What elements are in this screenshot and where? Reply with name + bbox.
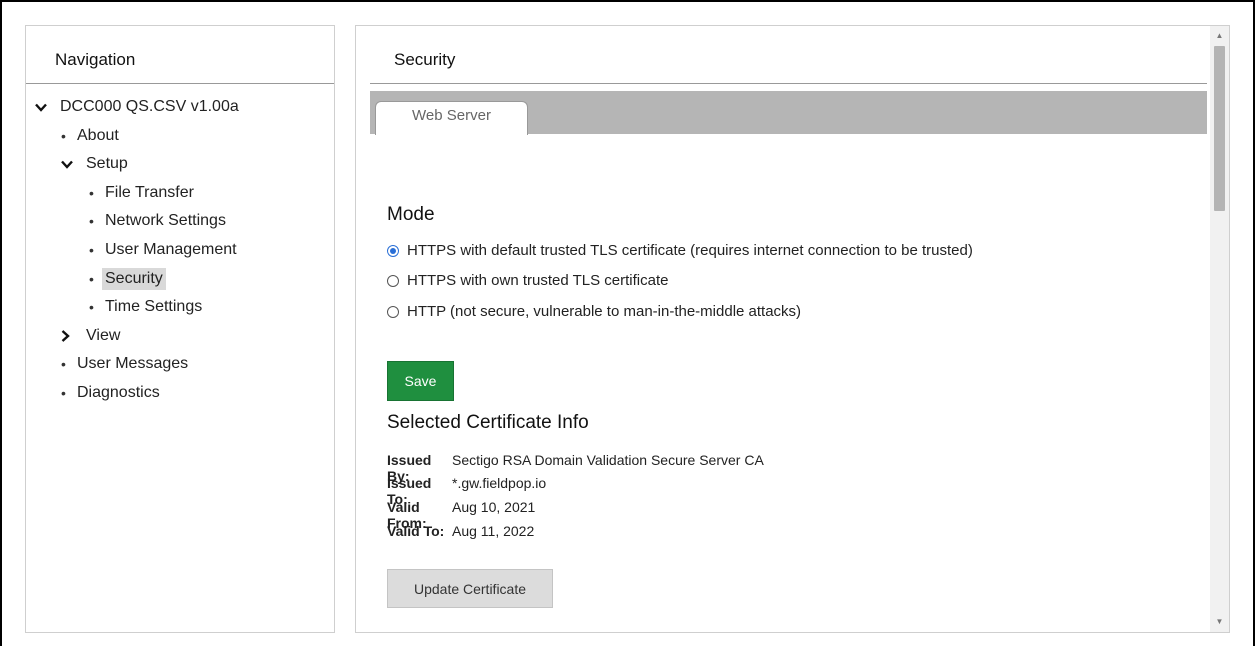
- radio-button[interactable]: [387, 274, 399, 287]
- mode-heading: Mode: [387, 204, 435, 225]
- cert-value: Aug 11, 2022: [452, 523, 535, 539]
- bullet-icon: •: [89, 271, 94, 287]
- save-button[interactable]: Save: [387, 361, 454, 401]
- cert-row-valid-to: Valid To: Aug 11, 2022: [387, 523, 534, 539]
- navigation-panel: Navigation DCC000 QS.CSV v1.00a • About Set…: [25, 25, 335, 633]
- nav-item-about[interactable]: • About: [61, 125, 122, 147]
- bullet-icon: •: [61, 128, 66, 144]
- bullet-icon: •: [89, 185, 94, 201]
- update-certificate-button[interactable]: Update Certificate: [387, 569, 553, 608]
- radio-button[interactable]: [387, 244, 399, 257]
- nav-item-label: Network Settings: [105, 212, 226, 229]
- nav-item-label: Time Settings: [105, 298, 203, 315]
- nav-item-label: User Management: [105, 241, 237, 258]
- nav-item-setup[interactable]: Setup: [61, 153, 131, 175]
- nav-item-label: About: [77, 127, 119, 144]
- scroll-up-arrow-icon[interactable]: ▲: [1210, 28, 1229, 44]
- radio-https-own[interactable]: HTTPS with own trusted TLS certificate: [387, 272, 668, 289]
- nav-item-time-settings[interactable]: • Time Settings: [89, 296, 205, 318]
- nav-item-user-messages[interactable]: • User Messages: [61, 353, 191, 375]
- nav-item-label: Security: [102, 268, 166, 290]
- nav-item-file-transfer[interactable]: • File Transfer: [89, 182, 197, 204]
- bullet-icon: •: [89, 299, 94, 315]
- nav-item-label: View: [86, 327, 121, 344]
- nav-item-user-management[interactable]: • User Management: [89, 239, 240, 261]
- bullet-icon: •: [89, 242, 94, 258]
- title-divider: [370, 83, 1207, 84]
- radio-http[interactable]: HTTP (not secure, vulnerable to man-in-t…: [387, 303, 801, 320]
- tab-web-server[interactable]: Web Server: [375, 101, 528, 135]
- nav-item-dcc000-qs-csv-v1-00a[interactable]: DCC000 QS.CSV v1.00a: [35, 96, 242, 118]
- nav-item-label: Diagnostics: [77, 384, 160, 401]
- radio-button[interactable]: [387, 305, 399, 318]
- vertical-scrollbar[interactable]: ▲ ▼: [1210, 26, 1229, 632]
- navigation-divider: [26, 83, 334, 84]
- nav-item-label: File Transfer: [105, 184, 194, 201]
- nav-item-view[interactable]: View: [61, 325, 123, 347]
- nav-item-label: User Messages: [77, 355, 189, 372]
- nav-item-label: DCC000 QS.CSV v1.00a: [60, 98, 239, 115]
- certificate-heading: Selected Certificate Info: [387, 412, 589, 433]
- radio-label: HTTPS with own trusted TLS certificate: [407, 272, 669, 289]
- bullet-icon: •: [61, 356, 66, 372]
- chevron-down-icon[interactable]: [61, 160, 75, 169]
- nav-item-diagnostics[interactable]: • Diagnostics: [61, 382, 163, 404]
- bullet-icon: •: [61, 385, 66, 401]
- radio-label: HTTPS with default trusted TLS certifica…: [407, 242, 973, 259]
- nav-item-network-settings[interactable]: • Network Settings: [89, 210, 229, 232]
- scroll-down-arrow-icon[interactable]: ▼: [1210, 614, 1229, 630]
- radio-label: HTTP (not secure, vulnerable to man-in-t…: [407, 303, 802, 320]
- cert-key: Valid To:: [387, 523, 445, 539]
- main-panel: Security Web Server Mode HTTPS with defa…: [355, 25, 1230, 633]
- navigation-title: Navigation: [55, 50, 136, 69]
- radio-https-default[interactable]: HTTPS with default trusted TLS certifica…: [387, 242, 973, 259]
- chevron-down-icon[interactable]: [35, 103, 49, 112]
- nav-item-security[interactable]: • Security: [89, 268, 166, 290]
- scroll-thumb[interactable]: [1214, 46, 1225, 211]
- nav-item-label: Setup: [86, 155, 128, 172]
- tab-bar: Web Server: [370, 91, 1207, 135]
- bullet-icon: •: [89, 213, 94, 229]
- chevron-right-icon[interactable]: [61, 330, 75, 342]
- page-title: Security: [394, 50, 456, 69]
